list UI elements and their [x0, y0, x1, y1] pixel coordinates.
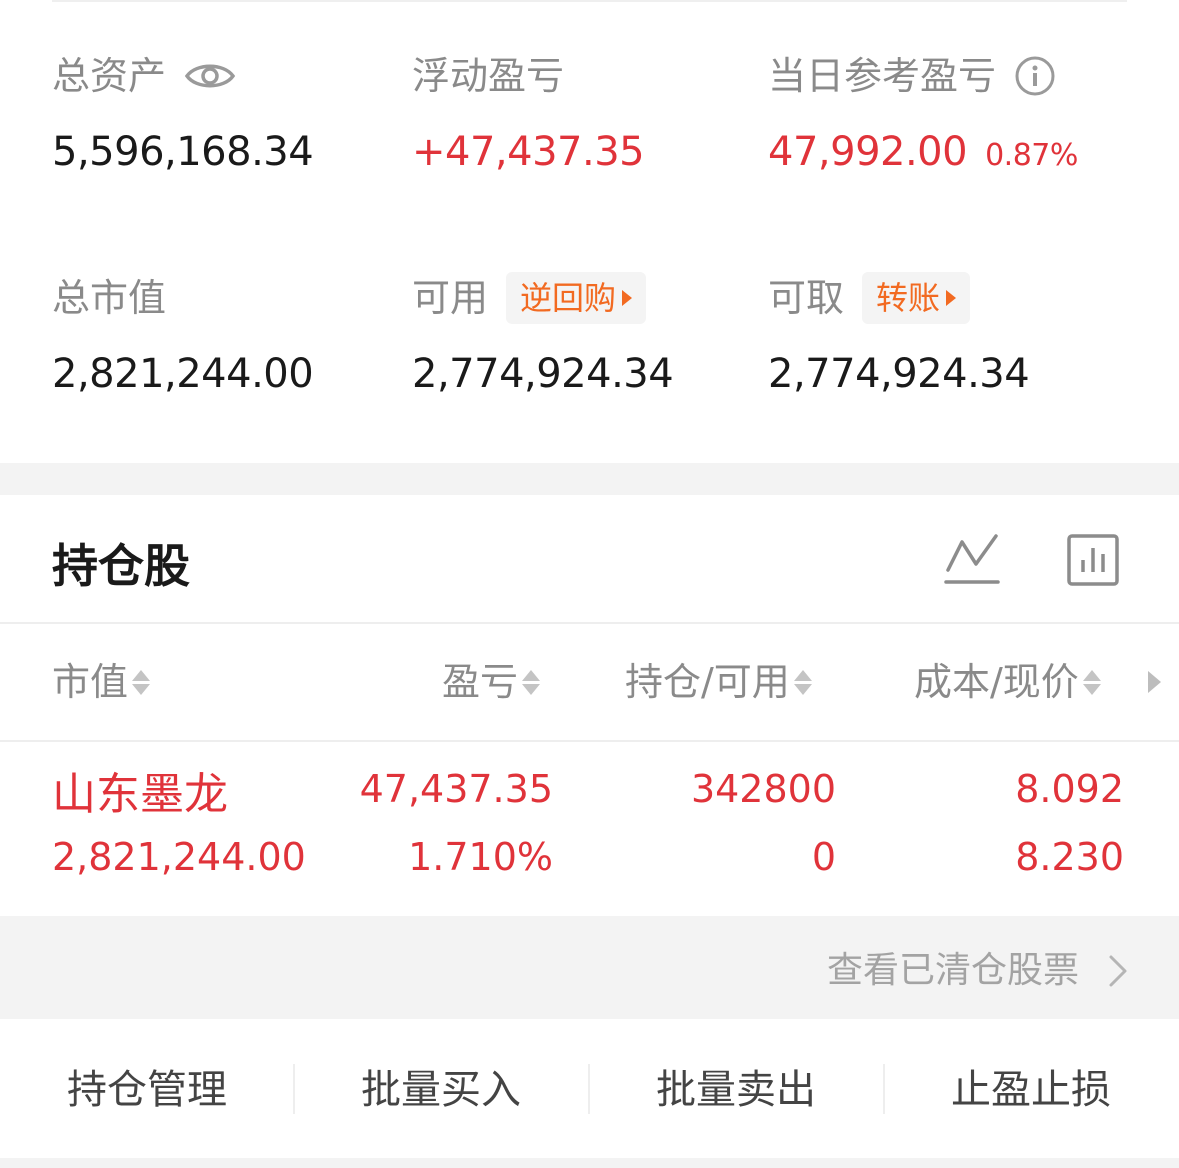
play-arrow-icon	[622, 290, 633, 306]
daily-pl-percent: 0.87%	[985, 138, 1078, 173]
available-value: 2,774,924.34	[412, 351, 674, 397]
bottom-band	[0, 1158, 1179, 1168]
floating-pl-cell: 浮动盈亏 +47,437.35	[412, 50, 645, 180]
market-value-cell: 总市值 2,821,244.00	[52, 272, 314, 402]
eye-icon[interactable]	[184, 59, 236, 93]
total-assets-cell: 总资产 5,596,168.34	[52, 50, 314, 180]
withdrawable-label: 可取	[768, 276, 845, 320]
withdrawable-cell: 可取 转账 2,774,924.34	[768, 272, 1030, 402]
sort-icon	[522, 669, 541, 695]
stop-profit-loss-button[interactable]: 止盈止损	[884, 1060, 1178, 1120]
column-position-label: 持仓/可用	[625, 660, 790, 704]
holdings-title: 持仓股	[52, 539, 190, 593]
reverse-repo-label: 逆回购	[520, 279, 617, 317]
daily-pl-cell: 当日参考盈亏 47,992.00 0.87%	[768, 50, 1078, 180]
daily-pl-label: 当日参考盈亏	[768, 54, 997, 98]
bar-chart-icon[interactable]	[1063, 530, 1123, 590]
column-cost-price-label: 成本/现价	[914, 660, 1079, 704]
column-position[interactable]: 持仓/可用	[625, 654, 812, 710]
stock-position: 342800	[690, 767, 836, 811]
section-gap	[0, 463, 1179, 495]
daily-pl-value: 47,992.00	[768, 129, 968, 175]
column-pl-label: 盈亏	[442, 660, 519, 704]
market-value-label: 总市值	[52, 276, 167, 320]
position-management-button[interactable]: 持仓管理	[0, 1060, 294, 1120]
stock-pl: 47,437.35	[359, 767, 553, 811]
chevron-right-icon[interactable]	[1098, 952, 1136, 990]
available-label: 可用	[412, 276, 489, 320]
stock-market-value: 2,821,244.00	[52, 835, 306, 879]
reverse-repo-button[interactable]: 逆回购	[506, 272, 647, 324]
floating-pl-label: 浮动盈亏	[412, 54, 565, 98]
batch-sell-button[interactable]: 批量卖出	[589, 1060, 883, 1120]
batch-buy-button[interactable]: 批量买入	[294, 1060, 588, 1120]
stock-pl-percent: 1.710%	[408, 835, 553, 879]
sort-icon	[793, 669, 812, 695]
stock-name: 山东墨龙	[52, 769, 228, 820]
transfer-button[interactable]: 转账	[862, 272, 971, 324]
trend-line-icon[interactable]	[942, 530, 1002, 590]
play-arrow-icon	[946, 290, 957, 306]
sort-icon	[1082, 669, 1101, 695]
column-market-value-label: 市值	[52, 660, 129, 704]
divider	[0, 622, 1179, 624]
withdrawable-value: 2,774,924.34	[768, 351, 1030, 397]
floating-pl-value: +47,437.35	[412, 129, 645, 175]
column-market-value[interactable]: 市值	[52, 654, 151, 710]
scroll-right-icon[interactable]	[1148, 671, 1161, 693]
transfer-label: 转账	[876, 279, 941, 317]
info-icon[interactable]	[1014, 55, 1056, 97]
cleared-stocks-link[interactable]: 查看已清仓股票	[827, 946, 1079, 996]
stock-price: 8.230	[1015, 835, 1124, 879]
divider	[0, 740, 1179, 742]
market-value-value: 2,821,244.00	[52, 351, 314, 397]
top-divider	[52, 0, 1127, 2]
sort-icon	[132, 669, 151, 695]
daily-pl-value-wrap: 47,992.00 0.87%	[768, 124, 1078, 180]
column-cost-price[interactable]: 成本/现价	[914, 654, 1101, 710]
stock-cost: 8.092	[1015, 767, 1124, 811]
total-assets-value: 5,596,168.34	[52, 129, 314, 175]
stock-available: 0	[811, 835, 836, 879]
column-pl[interactable]: 盈亏	[442, 654, 541, 710]
total-assets-label: 总资产	[52, 54, 167, 98]
available-cell: 可用 逆回购 2,774,924.34	[412, 272, 674, 402]
